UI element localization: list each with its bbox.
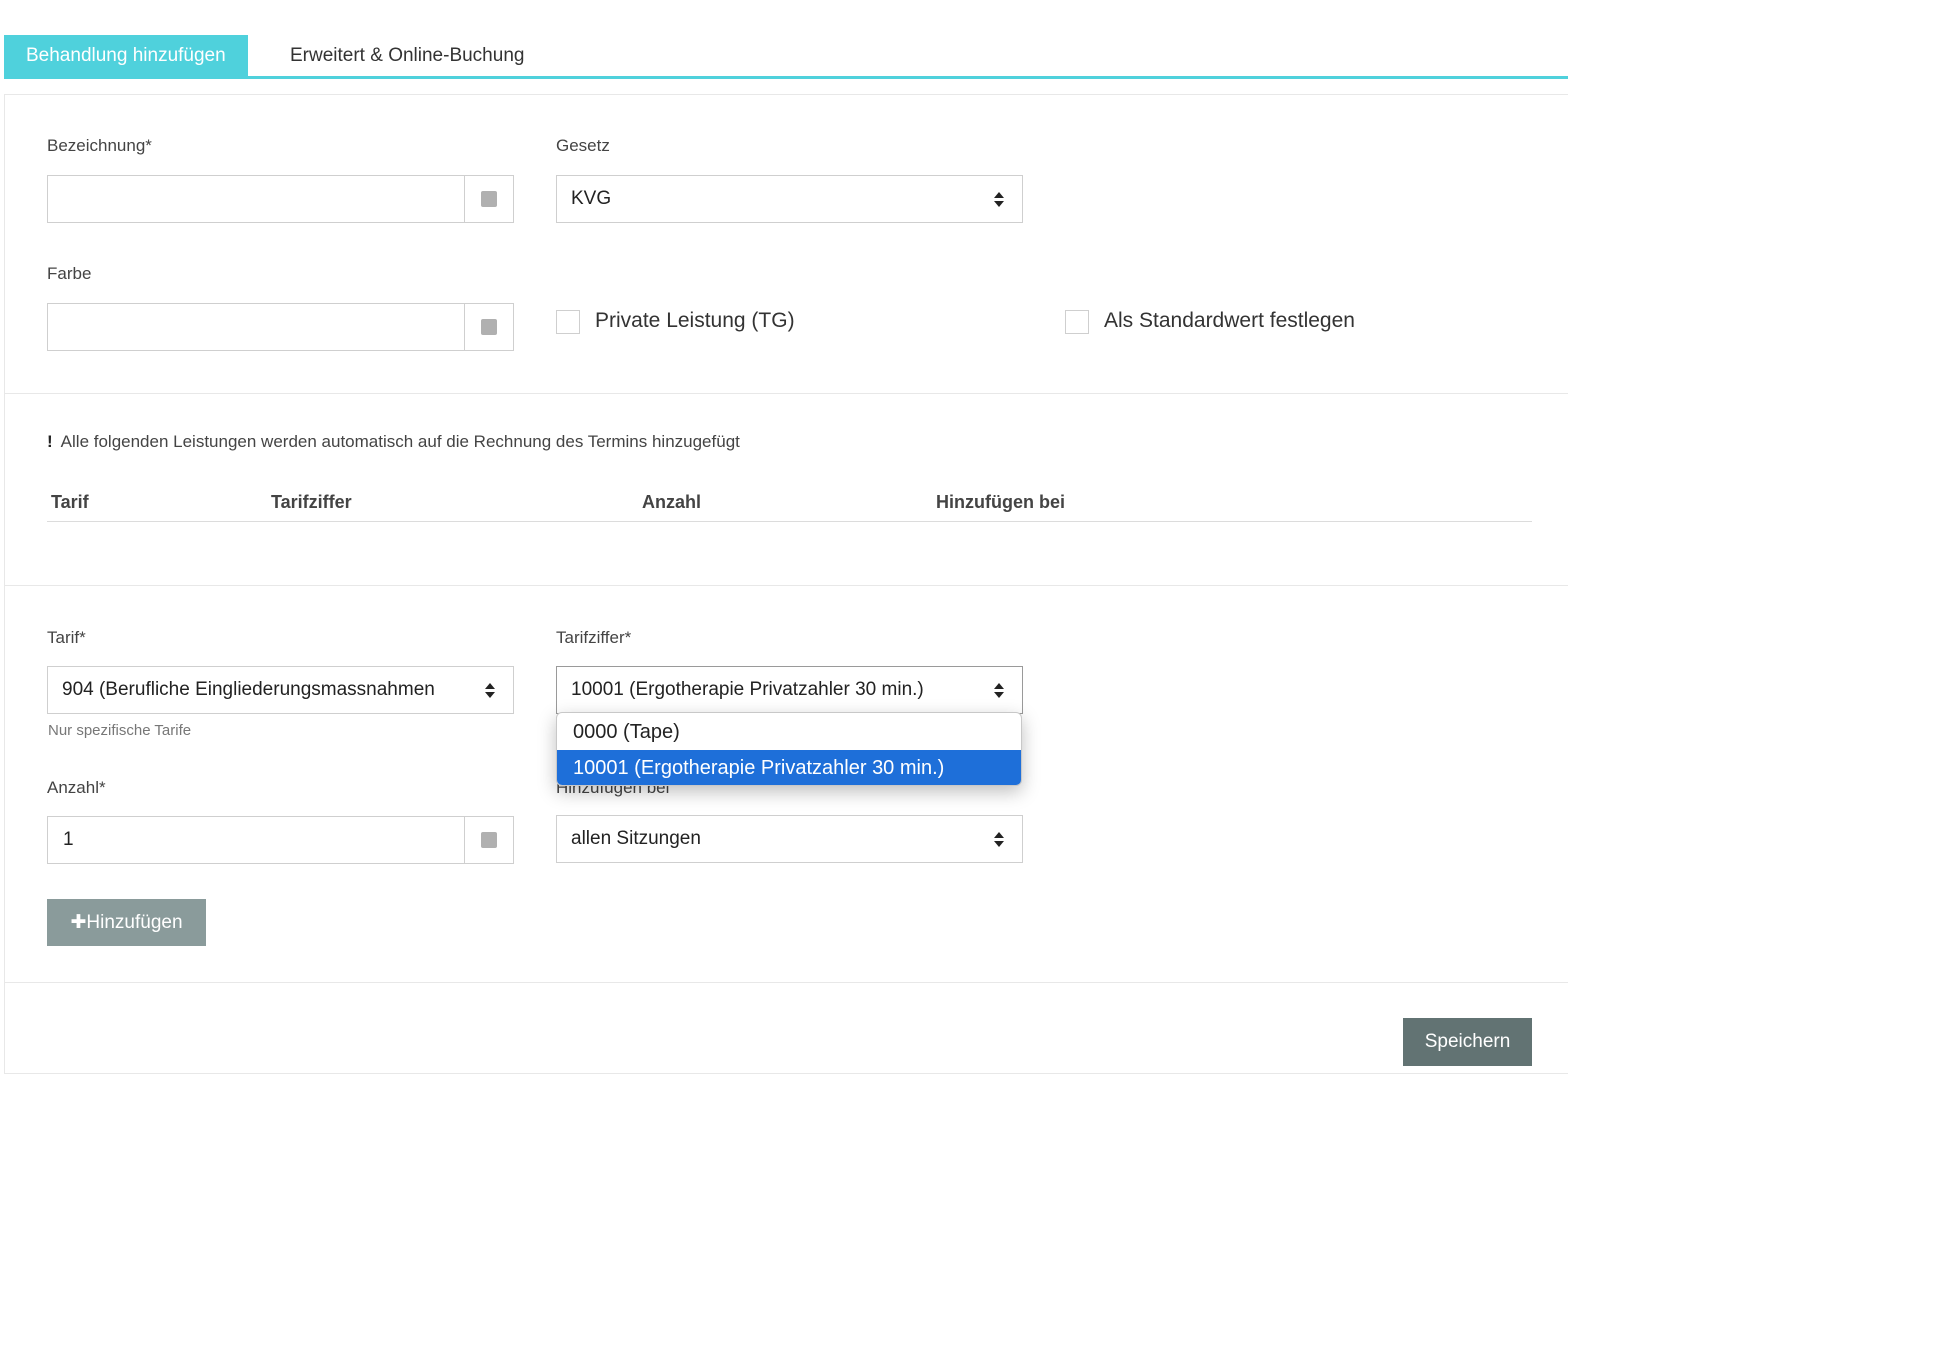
tarif-label: Tarif* xyxy=(47,628,86,647)
column-header-hinzufuegen-bei: Hinzufügen bei xyxy=(936,492,1065,512)
tarif-hint: Nur spezifische Tarife xyxy=(48,722,192,739)
select-caret-icon xyxy=(994,192,1004,208)
select-caret-icon xyxy=(994,832,1004,848)
standardwert-label: Als Standardwert festlegen xyxy=(1104,309,1355,332)
tarif-value: 904 (Berufliche Eingliederungsmassnahmen xyxy=(62,679,435,700)
save-button[interactable]: Speichern xyxy=(1403,1018,1532,1066)
anzahl-label: Anzahl* xyxy=(47,778,106,797)
section-divider xyxy=(4,585,1568,586)
square-icon xyxy=(481,832,497,848)
dropdown-option[interactable]: 0000 (Tape) xyxy=(557,714,1021,750)
private-leistung-checkbox[interactable] xyxy=(556,310,580,334)
column-header-tarifziffer: Tarifziffer xyxy=(271,492,352,512)
tarifziffer-select[interactable]: 10001 (Ergotherapie Privatzahler 30 min.… xyxy=(556,666,1023,714)
notice-text: ! Alle folgenden Leistungen werden automa… xyxy=(47,432,740,452)
hinzufuegen-bei-value: allen Sitzungen xyxy=(571,828,701,849)
tarifziffer-value: 10001 (Ergotherapie Privatzahler 30 min.… xyxy=(571,679,924,700)
section-divider xyxy=(4,393,1568,394)
notice-message: Alle folgenden Leistungen werden automat… xyxy=(60,432,740,451)
tab-behandlung-hinzufuegen[interactable]: Behandlung hinzufügen xyxy=(4,35,248,76)
dropdown-option-selected[interactable]: 10001 (Ergotherapie Privatzahler 30 min.… xyxy=(557,750,1021,785)
section-divider xyxy=(4,982,1568,983)
select-caret-icon xyxy=(994,683,1004,699)
bezeichnung-label: Bezeichnung* xyxy=(47,136,152,155)
form-panel xyxy=(4,94,1568,1074)
tarifziffer-label: Tarifziffer* xyxy=(556,628,632,647)
tarif-select[interactable]: 904 (Berufliche Eingliederungsmassnahmen xyxy=(47,666,514,714)
gesetz-select[interactable]: KVG xyxy=(556,175,1023,223)
bezeichnung-input[interactable] xyxy=(47,175,465,223)
private-leistung-label: Private Leistung (TG) xyxy=(595,309,795,332)
tarifziffer-dropdown: 0000 (Tape) 10001 (Ergotherapie Privatza… xyxy=(556,712,1022,786)
select-caret-icon xyxy=(485,683,495,699)
column-header-anzahl: Anzahl xyxy=(642,492,702,512)
exclamation-icon: ! xyxy=(47,432,53,451)
add-button[interactable]: ✚Hinzufügen xyxy=(47,899,206,946)
anzahl-addon[interactable] xyxy=(464,816,514,864)
plus-icon: ✚ xyxy=(70,912,87,933)
hinzufuegen-bei-select[interactable]: allen Sitzungen xyxy=(556,815,1023,863)
farbe-input[interactable] xyxy=(47,303,465,351)
bezeichnung-addon[interactable] xyxy=(464,175,514,223)
tab-erweitert-online-buchung[interactable]: Erweitert & Online-Buchung xyxy=(268,35,546,76)
farbe-label: Farbe xyxy=(47,264,92,283)
farbe-addon[interactable] xyxy=(464,303,514,351)
table-header-line xyxy=(47,521,1532,522)
gesetz-value: KVG xyxy=(571,188,612,209)
tab-bar: Behandlung hinzufügen Erweitert & Online… xyxy=(4,35,1568,79)
square-icon xyxy=(481,319,497,335)
anzahl-input[interactable]: 1 xyxy=(47,816,465,864)
square-icon xyxy=(481,191,497,207)
standardwert-checkbox[interactable] xyxy=(1065,310,1089,334)
column-header-tarif: Tarif xyxy=(51,492,89,512)
gesetz-label: Gesetz xyxy=(556,136,610,155)
add-button-label: Hinzufügen xyxy=(86,912,183,933)
